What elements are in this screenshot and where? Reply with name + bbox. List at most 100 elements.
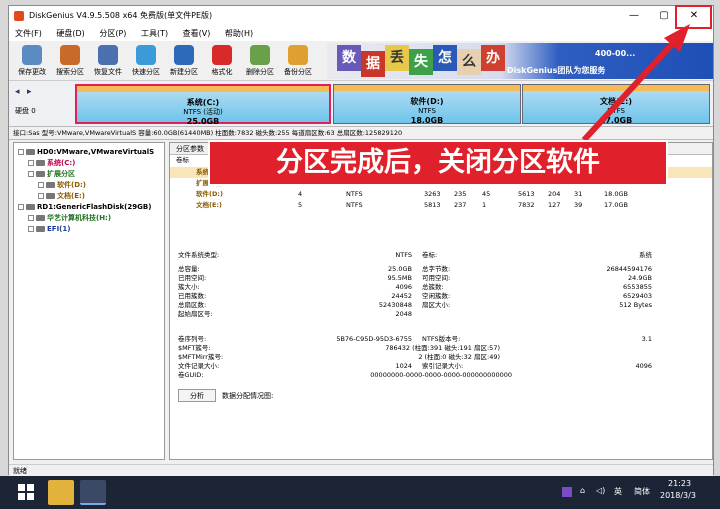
toolbar-button[interactable]: 恢复文件 <box>89 43 127 79</box>
detail-label: 总容量: <box>178 265 200 273</box>
detail-value: 512 Bytes <box>619 301 652 309</box>
table-cell-s2: 39 <box>574 201 583 209</box>
tree-item[interactable]: HD0:VMware,VMwareVirtualS <box>18 147 154 157</box>
volume-icon[interactable]: ◁) <box>596 486 605 495</box>
disk-nav-left-icon[interactable]: ◂ <box>15 87 20 97</box>
clock-date[interactable]: 2018/3/3 <box>660 491 696 500</box>
detail-label: 已用空间: <box>178 274 207 282</box>
toolbar-button[interactable]: 新建分区 <box>165 43 203 79</box>
table-row[interactable]: 软件(D:) 4 NTFS 3263 235 45 5613 204 31 18.0GB <box>170 189 712 200</box>
detail-label: 总扇区数: <box>178 301 207 309</box>
windows-start-icon[interactable] <box>18 484 34 500</box>
mft-value: 786432 (柱面:391 磁头:191 扇区:57) <box>385 344 500 352</box>
toolbar-button-label: 删除分区 <box>246 68 274 76</box>
partition-size: 18.0GB <box>410 116 444 125</box>
tree-item[interactable]: 扩展分区 <box>28 169 75 179</box>
expand-toggle-icon[interactable] <box>18 204 24 210</box>
tree-item-label: 文档(E:) <box>57 192 85 200</box>
tree-item[interactable]: 软件(D:) <box>38 180 86 190</box>
annotation-banner: 分区完成后，关闭分区软件 <box>208 140 668 186</box>
menu-partition[interactable]: 分区(P) <box>93 26 132 41</box>
disk-label: 硬盘 0 <box>15 107 36 115</box>
clock-time[interactable]: 21:23 <box>668 479 691 488</box>
windows-taskbar: ⌂ ◁) 英 简体 21:23 2018/3/3 <box>0 476 720 509</box>
detail-value: 2048 <box>395 310 412 318</box>
ntfs-version-label: NTFS版本号: <box>422 335 461 343</box>
banner-char: 数 <box>337 45 361 71</box>
tree-item[interactable]: EFI(1) <box>28 224 70 234</box>
detail-label: 可用空间: <box>422 274 451 282</box>
menu-disk[interactable]: 硬盘(D) <box>50 26 90 41</box>
table-cell-s1: 1 <box>482 201 487 209</box>
banner-phone: 400-00... <box>595 49 636 58</box>
toolbar-button[interactable]: 格式化 <box>203 43 241 79</box>
drive-icon <box>36 215 45 221</box>
tree-item[interactable]: 系统(C:) <box>28 158 75 168</box>
partition-name: 文档(E:) <box>600 97 632 106</box>
expand-toggle-icon[interactable] <box>38 182 44 188</box>
format-icon <box>212 45 232 65</box>
file-explorer-icon[interactable] <box>48 480 74 505</box>
detail-value: 95.5MB <box>387 274 412 282</box>
toolbar-button[interactable]: 快速分区 <box>127 43 165 79</box>
table-cell-fs: NTFS <box>346 190 363 198</box>
table-cell-h1: 235 <box>454 190 467 198</box>
partition-block-c[interactable]: 系统(C:) NTFS (活动) 25.0GB <box>75 84 331 126</box>
minimize-button[interactable]: — <box>619 6 649 26</box>
drive-icon <box>26 204 35 210</box>
serial-value: 5B76-C95D-95D3-6755 <box>336 335 412 343</box>
expand-toggle-icon[interactable] <box>28 226 34 232</box>
mft-label: $MFT簇号: <box>178 344 211 352</box>
magnify-icon <box>60 45 80 65</box>
tree-item[interactable]: RD1:GenericFlashDisk(29GB) <box>18 202 151 212</box>
analyze-button[interactable]: 分析 <box>178 389 216 402</box>
menu-help[interactable]: 帮助(H) <box>219 26 259 41</box>
partition-name: 系统(C:) <box>186 98 220 107</box>
partition-block-d[interactable]: 软件(D:) NTFS 18.0GB <box>333 84 521 125</box>
table-cell-h1: 237 <box>454 201 467 209</box>
toolbar-button[interactable]: 删除分区 <box>241 43 279 79</box>
ime-language[interactable]: 英 <box>614 486 622 497</box>
fs-type-label: 文件系统类型: <box>178 251 220 259</box>
index-size-label: 索引记录大小: <box>422 362 464 370</box>
tree-item[interactable]: 华艺计算机科技(H:) <box>28 213 111 223</box>
partition-block-e[interactable]: 文档(E:) NTFS 17.0GB <box>522 84 710 125</box>
tree-item[interactable]: 文档(E:) <box>38 191 85 201</box>
diskgenius-app-icon <box>14 11 24 21</box>
desktop-frame: DiskGenius V4.9.5.508 x64 免费版(单文件PE版) — … <box>0 0 720 509</box>
table-row[interactable]: 文档(E:) 5 NTFS 5813 237 1 7832 127 39 17.0GB <box>170 200 712 211</box>
tab-partition-params[interactable]: 分区参数 <box>176 144 204 154</box>
toolbar-button[interactable]: 备份分区 <box>279 43 317 79</box>
index-size-value: 4096 <box>635 362 652 370</box>
ime-mode[interactable]: 简体 <box>634 486 650 497</box>
close-highlight-box <box>675 5 712 29</box>
disk-nav-right-icon[interactable]: ▸ <box>27 87 32 97</box>
guid-value: 00000000-0000-0000-0000-000000000000 <box>370 371 512 379</box>
expand-toggle-icon[interactable] <box>28 215 34 221</box>
toolbar-button[interactable]: 搜索分区 <box>51 43 89 79</box>
menu-tools[interactable]: 工具(T) <box>135 26 174 41</box>
support-banner: 数 据 丢 失 怎 么 办 DiskGenius团队为您服务 400-00... <box>327 43 713 79</box>
drive-icon <box>46 182 55 188</box>
menu-bar: 文件(F) 硬盘(D) 分区(P) 工具(T) 查看(V) 帮助(H) <box>9 26 713 41</box>
table-cell-num: 5 <box>298 201 303 209</box>
expand-toggle-icon[interactable] <box>28 171 34 177</box>
expand-toggle-icon[interactable] <box>38 193 44 199</box>
quick-partition-icon <box>136 45 156 65</box>
detail-label: 簇大小: <box>178 283 200 291</box>
tree-item-label: EFI(1) <box>47 225 71 233</box>
tree-item-label: 系统(C:) <box>47 159 76 167</box>
table-cell-c2: 7832 <box>518 201 535 209</box>
menu-view[interactable]: 查看(V) <box>177 26 217 41</box>
banner-char: 丢 <box>385 45 409 71</box>
menu-file[interactable]: 文件(F) <box>9 26 48 41</box>
expand-toggle-icon[interactable] <box>28 160 34 166</box>
tray-app-icon[interactable] <box>562 487 572 497</box>
expand-toggle-icon[interactable] <box>18 149 24 155</box>
partition-fs: NTFS (活动) <box>183 108 223 116</box>
diskgenius-task-icon[interactable] <box>80 480 106 505</box>
toolbar-button-label: 格式化 <box>211 68 233 76</box>
toolbar-button[interactable]: 保存更改 <box>13 43 51 79</box>
tray-sync-icon[interactable]: ⌂ <box>580 486 585 495</box>
drive-icon <box>36 171 45 177</box>
